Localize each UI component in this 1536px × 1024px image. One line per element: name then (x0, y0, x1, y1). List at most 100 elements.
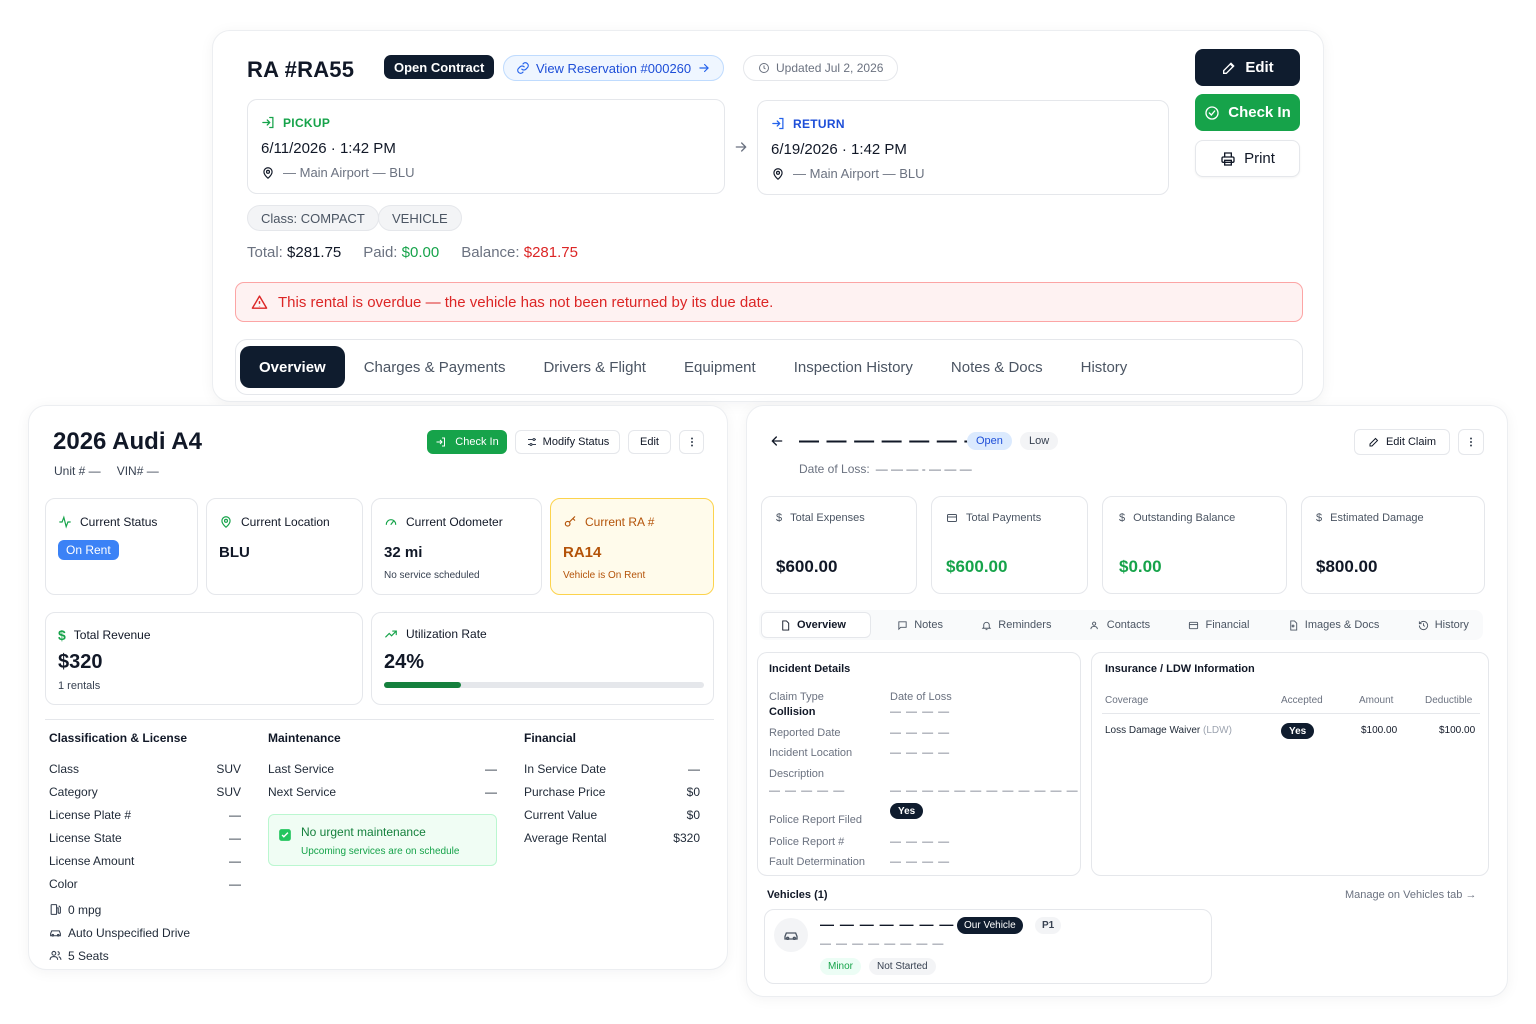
edit-icon (1368, 436, 1380, 448)
classification-row: License Plate # — (49, 803, 241, 826)
claim-vehicle-item[interactable]: — — — — — — — Our Vehicle P1 — — — — — —… (764, 909, 1212, 984)
classification-key: License State (49, 830, 122, 845)
message-icon (897, 620, 908, 631)
arrow-right-icon (697, 61, 711, 75)
description-value: — — — — — (769, 785, 846, 797)
claim-tab-contacts[interactable]: Contacts (1078, 612, 1162, 638)
incident-date-of-loss-value: — — — — (890, 706, 951, 718)
severity-badge: Minor (820, 958, 862, 975)
incident-location-value: — — — — (890, 747, 951, 759)
more-options-icon[interactable] (679, 430, 704, 454)
clock-icon (758, 62, 770, 74)
link-icon (516, 61, 530, 75)
return-location: — Main Airport — BLU (793, 166, 925, 181)
dollar-icon: $ (1316, 512, 1323, 524)
current-ra-header: Current RA # (563, 515, 654, 529)
edit-button-label: Edit (1245, 59, 1274, 76)
car-icon (774, 918, 808, 952)
coverage-amount: $100.00 (1361, 725, 1398, 736)
total-revenue-box: $ Total Revenue $320 1 rentals (45, 612, 363, 705)
tab-drivers-flight[interactable]: Drivers & Flight (524, 346, 665, 388)
outstanding-balance-box: $ Outstanding Balance $0.00 (1102, 496, 1287, 594)
tab-charges-payments[interactable]: Charges & Payments (345, 346, 525, 388)
classification-key: License Plate # (49, 807, 132, 822)
classification-value: — (229, 830, 241, 845)
estimated-damage-label: Estimated Damage (1330, 512, 1424, 524)
current-status-header: Current Status (58, 515, 157, 529)
manage-vehicles-link[interactable]: Manage on Vehicles tab → (1345, 889, 1476, 901)
financial-value: $0 (686, 807, 700, 822)
vehicle-title: 2026 Audi A4 (53, 428, 202, 455)
date-of-loss-label: Date of Loss: (799, 462, 870, 476)
edit-icon (1221, 60, 1237, 76)
return-header: RETURN (771, 116, 845, 131)
current-status-label: Current Status (80, 515, 158, 529)
back-arrow-icon[interactable] (769, 433, 785, 449)
print-button[interactable]: Print (1195, 140, 1300, 177)
coverage-column-header: Coverage (1105, 695, 1149, 706)
print-button-label: Print (1244, 150, 1275, 167)
classification-key: Color (49, 876, 78, 891)
bell-icon (981, 620, 992, 631)
position-badge: P1 (1035, 917, 1062, 934)
tab-notes-docs[interactable]: Notes & Docs (932, 346, 1062, 388)
edit-claim-button[interactable]: Edit Claim (1354, 429, 1450, 455)
claim-tab-overview-label: Overview (797, 619, 846, 631)
total-group: Total: $281.75 (247, 244, 341, 261)
claim-tab-reminders[interactable]: Reminders (969, 612, 1063, 638)
reported-date-value: — — — — (890, 727, 951, 739)
view-reservation-link[interactable]: View Reservation #000260 (503, 55, 725, 81)
maintenance-row: Last Service — (268, 757, 497, 780)
tab-inspection-history[interactable]: Inspection History (775, 346, 932, 388)
tab-equipment[interactable]: Equipment (665, 346, 775, 388)
total-payments-label: Total Payments (966, 512, 1042, 524)
financial-row: Average Rental $320 (524, 826, 700, 849)
pickup-location: — Main Airport — BLU (283, 165, 415, 180)
current-ra-value[interactable]: RA14 (563, 544, 601, 561)
maintenance-key: Next Service (268, 784, 337, 799)
updated-badge: Updated Jul 2, 2026 (743, 55, 899, 81)
return-label: RETURN (793, 116, 845, 131)
mpg-row: 0 mpg (49, 898, 241, 921)
financial-key: Current Value (524, 807, 598, 822)
total-payments-header: Total Payments (946, 512, 1041, 524)
edit-button[interactable]: Edit (1195, 49, 1300, 86)
claim-tab-images-docs-label: Images & Docs (1304, 619, 1380, 631)
receipt-icon (1188, 620, 1199, 631)
classification-value: — (229, 853, 241, 868)
total-expenses-box: $ Total Expenses $600.00 (761, 496, 917, 594)
maintenance-row: Next Service — (268, 780, 497, 803)
vehicle-check-in-button[interactable]: Check In (427, 430, 507, 454)
tab-history[interactable]: History (1062, 346, 1147, 388)
updated-text: Updated Jul 2, 2026 (776, 61, 884, 75)
claim-tab-notes-label: Notes (914, 619, 943, 631)
fuel-icon (49, 903, 62, 916)
claim-more-options-icon[interactable] (1458, 429, 1484, 455)
incident-details-panel: Incident Details Claim Type Collision Da… (757, 652, 1081, 876)
vin-number: VIN# — (116, 464, 159, 478)
total-expenses-header: $ Total Expenses (776, 512, 865, 524)
claim-tab-financial[interactable]: Financial (1176, 612, 1261, 638)
activity-icon (58, 515, 72, 529)
incident-location-label: Incident Location (769, 747, 853, 759)
coverage-name: Loss Damage Waiver (1105, 725, 1201, 736)
modify-status-button[interactable]: Modify Status (515, 430, 620, 454)
check-in-button[interactable]: Check In (1195, 94, 1300, 131)
return-location-row: — Main Airport — BLU (771, 166, 925, 181)
total-expenses-label: Total Expenses (790, 512, 865, 524)
claim-tab-history[interactable]: History (1406, 612, 1481, 638)
log-in-icon (435, 436, 447, 448)
repair-status-badge: Not Started (869, 958, 936, 975)
claim-tabs: Overview Notes Reminders Contacts Financ… (759, 610, 1483, 640)
paid-label: Paid: (363, 244, 398, 261)
tab-overview[interactable]: Overview (240, 346, 345, 388)
vehicle-edit-button[interactable]: Edit (628, 430, 671, 454)
claim-vehicle-subline: — — — — — — — — (820, 938, 945, 950)
arrow-right-icon (733, 139, 749, 155)
claim-tab-overview[interactable]: Overview (761, 612, 871, 638)
claim-tab-images-docs[interactable]: Images & Docs (1276, 612, 1392, 638)
maintenance-ok-title: No urgent maintenance (301, 825, 426, 839)
maintenance-ok-box: No urgent maintenance Upcoming services … (268, 814, 497, 866)
drive-row: Auto Unspecified Drive (49, 921, 241, 944)
claim-tab-notes[interactable]: Notes (885, 612, 955, 638)
